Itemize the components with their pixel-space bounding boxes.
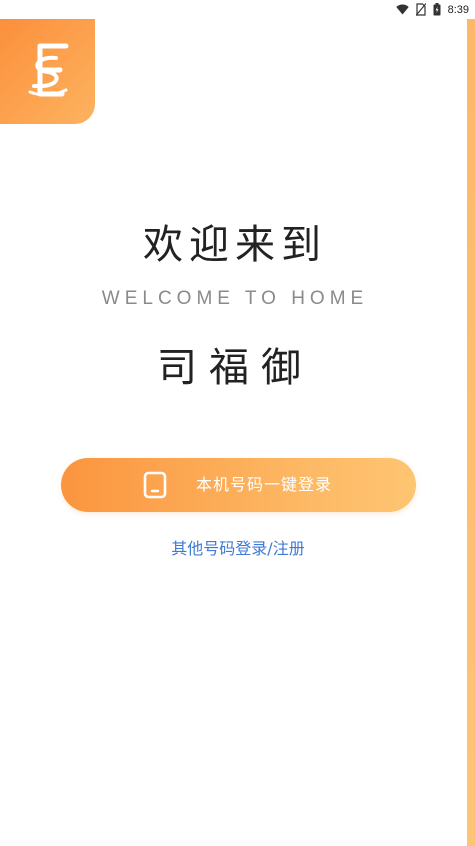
welcome-title: 欢迎来到 xyxy=(143,222,327,268)
one-click-login-label: 本机号码一键登录 xyxy=(196,475,333,494)
one-click-login-button[interactable]: 本机号码一键登录 xyxy=(61,458,416,512)
battery-icon xyxy=(433,3,441,16)
status-time: 8:39 xyxy=(447,3,469,16)
brand-name: 司福御 xyxy=(157,345,313,391)
side-accent-stripe xyxy=(467,19,475,846)
brand-logo-icon xyxy=(26,40,70,104)
app-logo xyxy=(0,19,95,124)
welcome-subtitle: WELCOME TO HOME xyxy=(101,288,369,309)
other-number-login-link[interactable]: 其他号码登录/注册 xyxy=(0,535,475,559)
status-bar: 8:39 xyxy=(0,0,475,19)
phone-icon xyxy=(143,471,167,502)
no-sim-icon xyxy=(415,3,426,16)
wifi-icon xyxy=(395,4,409,15)
